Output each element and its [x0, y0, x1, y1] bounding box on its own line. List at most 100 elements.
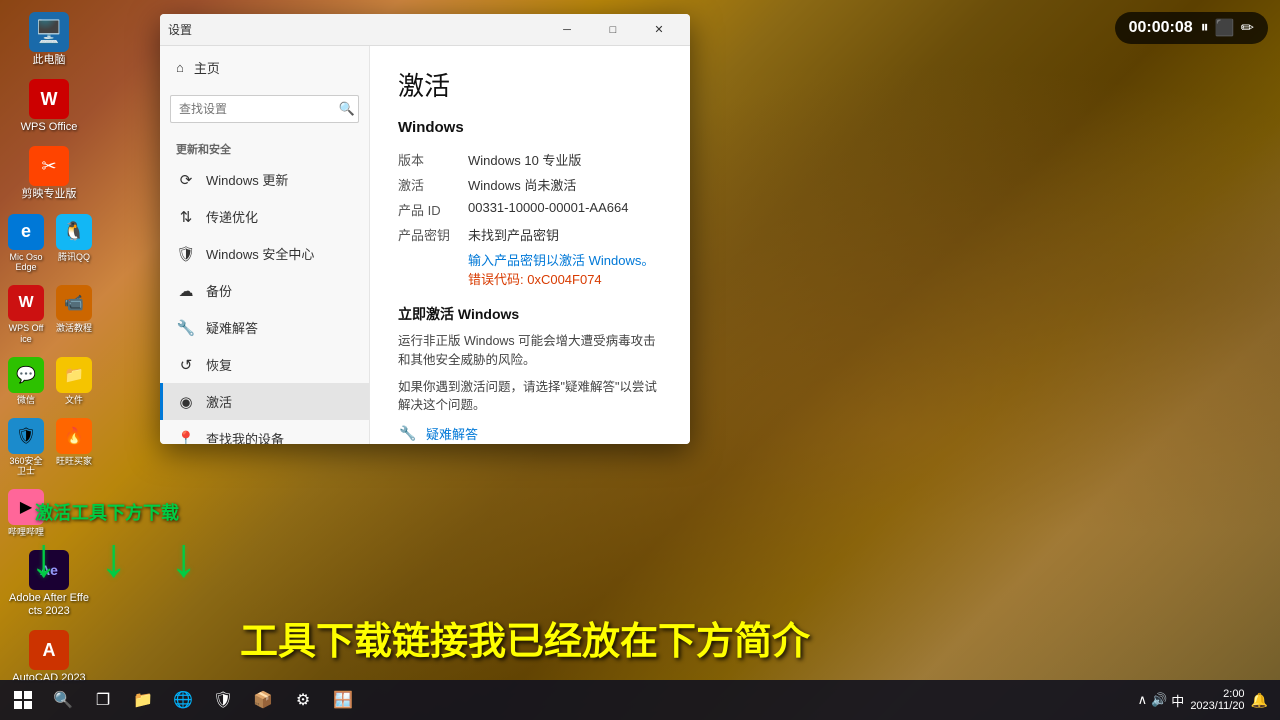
clock-date: 2023/11/20	[1190, 700, 1244, 712]
start-button[interactable]	[4, 681, 42, 719]
maximize-button[interactable]: □	[590, 14, 636, 46]
search-button[interactable]: 🔍	[339, 101, 355, 117]
security-icon: 🛡	[176, 245, 196, 263]
icon-row-360-wangwang: 🛡 360安全卫士 🔥 旺旺买家	[4, 414, 106, 482]
desktop-icon-wps2[interactable]: W WPS Office	[4, 281, 48, 349]
icon-row-edge-qq: e Mic Oso Edge 🐧 腾讯QQ	[4, 210, 106, 278]
desktop-icon-jianying[interactable]: ✂ 剪映专业版	[4, 142, 94, 205]
info-row-activation: 激活 Windows 尚未激活	[398, 175, 662, 194]
taskbar-app-box[interactable]: 📦	[244, 681, 282, 719]
sidebar-label-troubleshoot: 疑难解答	[206, 318, 258, 337]
troubleshoot-icon: 🔧	[176, 319, 196, 337]
sidebar-label-backup: 备份	[206, 281, 232, 300]
home-icon: ⌂	[176, 60, 184, 75]
window-body: ⌂ 主页 🔍 更新和安全 ⟳ Windows 更新 ⇅ 传递优化	[160, 46, 690, 444]
enter-key-link[interactable]: 输入产品密钥以激活 Windows。	[468, 253, 654, 268]
product-key-value: 未找到产品密钥	[468, 225, 559, 244]
sidebar-item-backup[interactable]: ☁ 备份	[160, 272, 369, 309]
taskbar-app-folder[interactable]: 📁	[124, 681, 162, 719]
desktop-icon-wps[interactable]: W WPS Office	[4, 75, 94, 138]
task-view-button[interactable]: ❐	[84, 681, 122, 719]
window-titlebar: 设置 ─ □ ✕	[160, 14, 690, 46]
sidebar-item-delivery[interactable]: ⇅ 传递优化	[160, 198, 369, 235]
version-label: 版本	[398, 150, 468, 169]
sidebar-item-activation[interactable]: ◉ 激活	[160, 383, 369, 420]
desktop-icon-edge[interactable]: e Mic Oso Edge	[4, 210, 48, 278]
activation-link-text: 输入产品密钥以激活 Windows。 错误代码: 0xC004F074	[468, 250, 662, 288]
sidebar-label-recovery: 恢复	[206, 355, 232, 374]
close-button[interactable]: ✕	[636, 14, 682, 46]
sidebar-label-find-device: 查找我的设备	[206, 429, 284, 444]
delivery-icon: ⇅	[176, 208, 196, 226]
arrow-down-3: ↓	[170, 530, 220, 600]
sidebar-label-security: Windows 安全中心	[206, 244, 314, 263]
search-input[interactable]	[170, 95, 359, 123]
stop-button[interactable]: ⬛	[1215, 18, 1235, 38]
info-row-product-key: 产品密钥 未找到产品密钥	[398, 225, 662, 244]
icon-row-wps-autocad: W WPS Office 📹 激活教程	[4, 281, 106, 349]
desktop-icon-computer[interactable]: 🖥️ 此电脑	[4, 8, 94, 71]
window-controls: ─ □ ✕	[544, 14, 682, 46]
arrow-down-1: ↓	[30, 530, 80, 600]
error-code: 错误代码: 0xC004F074	[468, 272, 602, 287]
sidebar-item-recovery[interactable]: ↺ 恢复	[160, 346, 369, 383]
recording-indicator: 00:00:08 ⏸ ⬛ ✏	[1115, 12, 1268, 44]
sidebar-item-troubleshoot[interactable]: 🔧 疑难解答	[160, 309, 369, 346]
tray-chevron[interactable]: ∧	[1138, 692, 1148, 708]
clock-time: 2:00	[1190, 688, 1244, 700]
search-taskbar-button[interactable]: 🔍	[44, 681, 82, 719]
sidebar-section: 更新和安全 ⟳ Windows 更新 ⇅ 传递优化 🛡 Windows 安全中心	[160, 129, 369, 444]
overlay-bottom-text: 工具下载链接我已经放在下方简介	[240, 610, 810, 665]
sidebar-item-security[interactable]: 🛡 Windows 安全中心	[160, 235, 369, 272]
desktop-icon-folder[interactable]: 📁 文件	[52, 353, 96, 410]
desktop-icon-qq[interactable]: 🐧 腾讯QQ	[52, 210, 96, 278]
overlay-tool-hint: 激活工具下方下载	[35, 499, 179, 525]
desktop-icon-360[interactable]: 🛡 360安全卫士	[4, 414, 48, 482]
info-row-product-id: 产品 ID 00331-10000-00001-AA664	[398, 200, 662, 219]
taskbar: 🔍 ❐ 📁 🌐 🛡 📦 ⚙ 🪟 ∧ 🔊 中 2:00 2023/11/20 🔔	[0, 680, 1280, 720]
taskbar-right: ∧ 🔊 中 2:00 2023/11/20 🔔	[1138, 688, 1276, 712]
troubleshoot-link[interactable]: 🔧 疑难解答	[398, 423, 662, 443]
window-title: 设置	[168, 21, 544, 38]
recording-time: 00:00:08	[1129, 19, 1193, 37]
taskbar-app-windows[interactable]: 🪟	[324, 681, 362, 719]
tray-volume[interactable]: 🔊	[1151, 692, 1167, 708]
tray-lang[interactable]: 中	[1171, 691, 1184, 710]
version-value: Windows 10 专业版	[468, 150, 581, 169]
taskbar-app-settings[interactable]: ⚙	[284, 681, 322, 719]
desktop: 🖥️ 此电脑 W WPS Office ✂ 剪映专业版 e Mic Oso Ed…	[0, 0, 1280, 720]
find-device-icon: 📍	[176, 430, 196, 445]
activation-error-row: 输入产品密钥以激活 Windows。 错误代码: 0xC004F074	[398, 250, 662, 288]
pause-button[interactable]: ⏸	[1201, 19, 1209, 37]
desktop-icon-tutorial[interactable]: 📹 激活教程	[52, 281, 96, 349]
taskbar-time[interactable]: 2:00 2023/11/20	[1190, 688, 1244, 712]
edit-button[interactable]: ✏	[1241, 18, 1254, 38]
recovery-icon: ↺	[176, 356, 196, 374]
minimize-button[interactable]: ─	[544, 14, 590, 46]
taskbar-app-360[interactable]: 🛡	[204, 681, 242, 719]
content-subtitle: Windows	[398, 119, 662, 136]
settings-sidebar: ⌂ 主页 🔍 更新和安全 ⟳ Windows 更新 ⇅ 传递优化	[160, 46, 370, 444]
taskbar-left: 🔍 ❐ 📁 🌐 🛡 📦 ⚙ 🪟	[4, 681, 362, 719]
home-label: 主页	[194, 58, 220, 77]
taskbar-app-edge[interactable]: 🌐	[164, 681, 202, 719]
desktop-icon-wechat[interactable]: 💬 微信	[4, 353, 48, 410]
settings-content: 激活 Windows 版本 Windows 10 专业版 激活 Windows …	[370, 46, 690, 444]
product-key-label: 产品密钥	[398, 225, 468, 244]
sidebar-item-windows-update[interactable]: ⟳ Windows 更新	[160, 161, 369, 198]
sidebar-label-update: Windows 更新	[206, 170, 288, 189]
notification-button[interactable]: 🔔	[1251, 692, 1268, 709]
troubleshoot-link-icon: 🔧	[398, 423, 418, 443]
activate-now-heading: 立即激活 Windows	[398, 304, 662, 324]
empty-label	[398, 250, 468, 288]
sidebar-item-find-device[interactable]: 📍 查找我的设备	[160, 420, 369, 444]
desktop-icon-wangwang[interactable]: 🔥 旺旺买家	[52, 414, 96, 482]
sidebar-home[interactable]: ⌂ 主页	[160, 46, 369, 89]
troubleshoot-link-label: 疑难解答	[426, 424, 478, 443]
activation-value: Windows 尚未激活	[468, 175, 576, 194]
recording-controls: ⏸ ⬛ ✏	[1201, 18, 1254, 38]
sidebar-label-activation: 激活	[206, 392, 232, 411]
activation-icon: ◉	[176, 393, 196, 411]
sidebar-label-delivery: 传递优化	[206, 207, 258, 226]
info-row-version: 版本 Windows 10 专业版	[398, 150, 662, 169]
